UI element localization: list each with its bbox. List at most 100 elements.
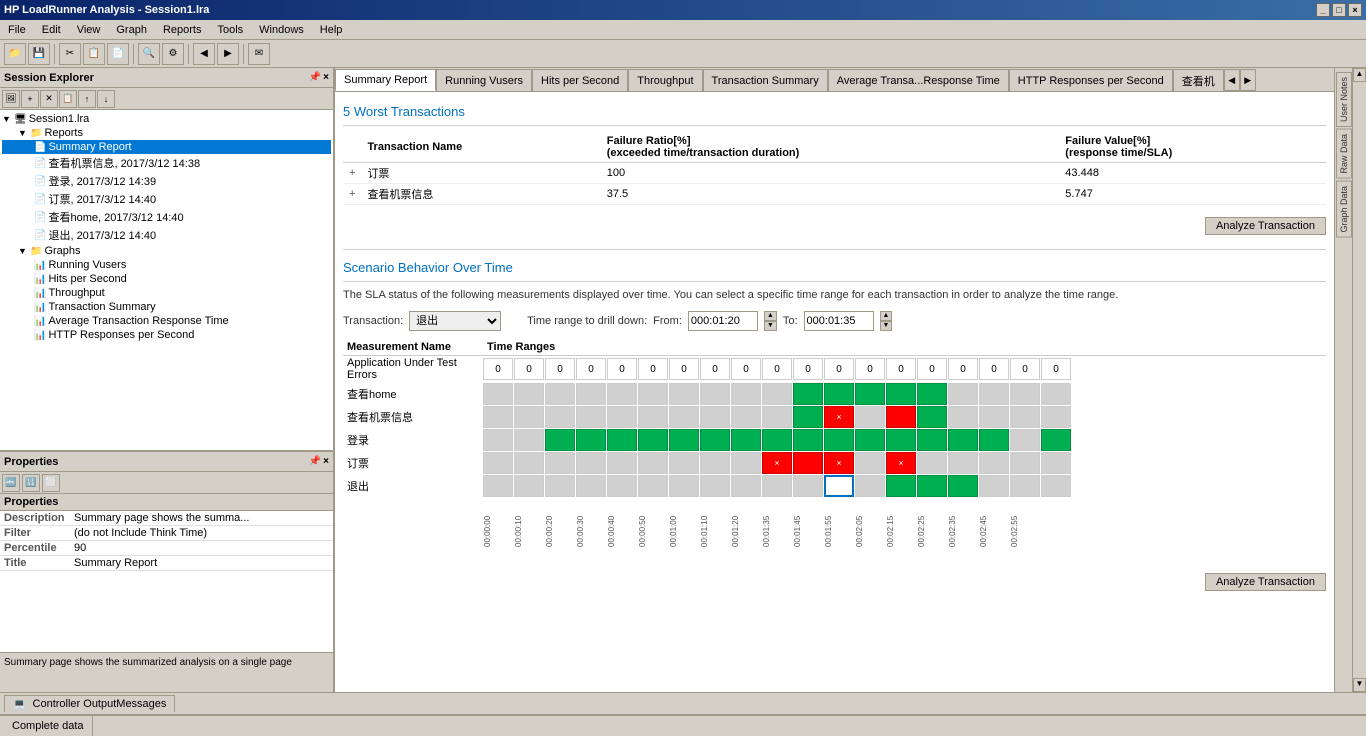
grid-cell[interactable]	[979, 429, 1009, 451]
content-area[interactable]: 5 Worst Transactions Transaction Name Fa…	[335, 92, 1334, 692]
grid-cell[interactable]	[1010, 475, 1040, 497]
tab-extra[interactable]: 查看机	[1173, 69, 1224, 91]
grid-cell[interactable]	[886, 406, 916, 428]
grid-cell[interactable]: ×	[886, 452, 916, 474]
toolbar-btn-1[interactable]: 📁	[4, 43, 26, 65]
tree-btn-delete[interactable]: ✕	[40, 90, 58, 108]
grid-cell[interactable]	[731, 475, 761, 497]
grid-cell[interactable]	[731, 429, 761, 451]
tree-btn-down[interactable]: ↓	[97, 90, 115, 108]
menu-windows[interactable]: Windows	[251, 22, 312, 38]
grid-cell[interactable]	[1010, 406, 1040, 428]
toolbar-btn-8[interactable]: ◀	[193, 43, 215, 65]
grid-cell[interactable]	[545, 429, 575, 451]
menu-graph[interactable]: Graph	[108, 22, 155, 38]
grid-cell[interactable]	[855, 475, 885, 497]
grid-cell[interactable]: 0	[917, 358, 947, 380]
toolbar-btn-7[interactable]: ⚙	[162, 43, 184, 65]
grid-cell[interactable]	[638, 383, 668, 405]
grid-cell[interactable]: ×	[824, 406, 854, 428]
grid-cell[interactable]	[607, 475, 637, 497]
menu-tools[interactable]: Tools	[209, 22, 251, 38]
grid-cell[interactable]	[607, 429, 637, 451]
tree-graph-5[interactable]: 📊 Average Transaction Response Time	[2, 314, 331, 328]
grid-cell[interactable]	[483, 452, 513, 474]
to-spin-down[interactable]: ▼	[880, 321, 893, 331]
grid-cell[interactable]: 0	[793, 358, 823, 380]
grid-cell[interactable]: 0	[886, 358, 916, 380]
tree-content[interactable]: ▼ 🖥 Session1.lra ▼ 📁 Reports 📄 Summary R…	[0, 110, 333, 450]
grid-cell[interactable]: 0	[762, 358, 792, 380]
grid-cell[interactable]	[1041, 383, 1071, 405]
from-spin-up[interactable]: ▲	[764, 311, 777, 321]
grid-cell[interactable]	[638, 406, 668, 428]
grid-cell[interactable]: 0	[948, 358, 978, 380]
grid-cell[interactable]	[483, 475, 513, 497]
grid-cell[interactable]	[855, 429, 885, 451]
tab-throughput[interactable]: Throughput	[628, 69, 702, 91]
tree-btn-new[interactable]: 🖼	[2, 90, 20, 108]
grid-cell[interactable]	[1041, 475, 1071, 497]
grid-cell[interactable]	[545, 475, 575, 497]
from-time-input[interactable]	[688, 311, 758, 331]
grid-cell[interactable]	[979, 475, 1009, 497]
grid-cell[interactable]	[793, 452, 823, 474]
prop-btn[interactable]: ⬜	[42, 474, 60, 492]
grid-cell[interactable]	[1041, 429, 1071, 451]
grid-cell[interactable]	[948, 406, 978, 428]
grid-cell[interactable]: ×	[824, 452, 854, 474]
grid-cell[interactable]	[545, 406, 575, 428]
tab-http-responses[interactable]: HTTP Responses per Second	[1009, 69, 1173, 91]
grid-cell[interactable]	[793, 475, 823, 497]
grid-cell[interactable]	[1010, 383, 1040, 405]
grid-cell[interactable]	[886, 475, 916, 497]
grid-cell[interactable]	[514, 475, 544, 497]
grid-cell[interactable]	[700, 406, 730, 428]
grid-cell[interactable]	[824, 383, 854, 405]
analyze-transaction-btn-2[interactable]: Analyze Transaction	[1205, 573, 1326, 591]
grid-cell[interactable]	[607, 452, 637, 474]
grid-cell[interactable]	[948, 429, 978, 451]
grid-cell[interactable]	[700, 452, 730, 474]
grid-cell[interactable]: 0	[824, 358, 854, 380]
grid-cell[interactable]: 0	[979, 358, 1009, 380]
to-spin-up[interactable]: ▲	[880, 311, 893, 321]
grid-cell[interactable]	[731, 383, 761, 405]
tree-summary-report[interactable]: 📄 Summary Report	[2, 140, 331, 154]
scroll-up-btn[interactable]: ▲	[1353, 68, 1366, 82]
toolbar-btn-4[interactable]: 📋	[83, 43, 105, 65]
grid-cell[interactable]	[607, 406, 637, 428]
sidebar-raw-data[interactable]: Raw Data	[1336, 129, 1352, 179]
grid-cell[interactable]	[979, 406, 1009, 428]
grid-cell[interactable]	[731, 406, 761, 428]
grid-cell[interactable]	[917, 475, 947, 497]
tree-reports[interactable]: ▼ 📁 Reports	[2, 126, 331, 140]
tree-graph-2[interactable]: 📊 Hits per Second	[2, 272, 331, 286]
root-expand[interactable]: ▼	[2, 114, 12, 124]
grid-cell[interactable]	[700, 383, 730, 405]
grid-cell[interactable]	[1041, 452, 1071, 474]
tree-btn-up[interactable]: ↑	[78, 90, 96, 108]
grid-cell[interactable]: 0	[1010, 358, 1040, 380]
grid-cell[interactable]	[638, 452, 668, 474]
grid-cell[interactable]	[948, 475, 978, 497]
toolbar-btn-3[interactable]: ✂	[59, 43, 81, 65]
grid-cell[interactable]: 0	[514, 358, 544, 380]
grid-cell[interactable]	[514, 429, 544, 451]
grid-cell[interactable]	[731, 452, 761, 474]
grid-cell[interactable]	[483, 406, 513, 428]
grid-cell[interactable]	[917, 406, 947, 428]
grid-cell[interactable]: 0	[607, 358, 637, 380]
grid-cell[interactable]	[607, 383, 637, 405]
tree-graph-3[interactable]: 📊 Throughput	[2, 286, 331, 300]
grid-cell[interactable]	[762, 429, 792, 451]
tree-btn-add[interactable]: +	[21, 90, 39, 108]
grid-cell[interactable]	[917, 383, 947, 405]
grid-cell[interactable]	[793, 406, 823, 428]
analyze-transaction-btn-1[interactable]: Analyze Transaction	[1205, 217, 1326, 235]
grid-cell[interactable]	[793, 383, 823, 405]
toolbar-btn-6[interactable]: 🔍	[138, 43, 160, 65]
grid-cell[interactable]	[514, 406, 544, 428]
sidebar-user-notes[interactable]: User Notes	[1336, 72, 1352, 127]
menu-file[interactable]: File	[0, 22, 34, 38]
